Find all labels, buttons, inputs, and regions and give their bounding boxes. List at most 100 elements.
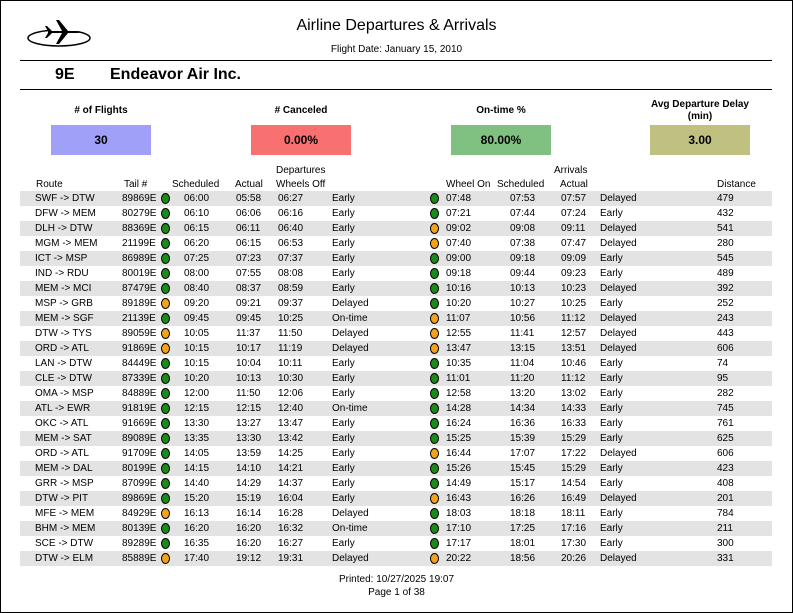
arr-status-cell: Early (600, 358, 623, 369)
wheels-off-cell: 16:32 (278, 523, 304, 534)
tail-cell: 21139E (122, 313, 156, 324)
arr-status-cell: Early (600, 403, 623, 414)
route-cell: MGM -> MEM (35, 238, 98, 249)
distance-cell: 280 (717, 238, 734, 249)
departure-status-dot (161, 463, 170, 474)
wheels-on-cell: 17:10 (446, 523, 472, 534)
table-row: IND -> RDU 80019E 08:00 07:55 08:08 Early 09:1… (20, 266, 772, 281)
wheels-on-cell: 07:48 (446, 193, 472, 204)
arr-actual-cell: 17:16 (561, 523, 587, 534)
wheels-on-cell: 14:28 (446, 403, 472, 414)
tail-cell: 80139E (122, 523, 157, 534)
arrivals-group-header: Arrivals (554, 165, 588, 176)
table-row: MEM -> SGF 21139E 09:45 09:45 10:25 On-time 11… (20, 311, 772, 326)
dep-status-cell: Delayed (332, 298, 369, 309)
arrival-status-dot (430, 433, 439, 444)
tail-cell: 88369E (122, 223, 157, 234)
arr-status-cell: Delayed (600, 313, 637, 324)
distance-cell: 745 (717, 403, 734, 414)
arr-status-cell: Early (600, 523, 623, 534)
wheels-on-cell: 09:00 (446, 253, 472, 264)
arr-scheduled-cell: 15:17 (510, 478, 536, 489)
arrival-status-dot (430, 403, 439, 414)
arrival-status-dot (430, 553, 439, 564)
arr-scheduled-cell: 07:38 (510, 238, 536, 249)
distance-cell: 541 (717, 223, 734, 234)
wheels-off-cell: 08:08 (278, 268, 304, 279)
stat-label: On-time % (476, 105, 526, 116)
arr-scheduled-cell: 18:01 (510, 538, 536, 549)
wheels-off-cell: 16:28 (278, 508, 304, 519)
wheels-off-cell: 11:19 (278, 343, 303, 354)
route-cell: SCE -> DTW (35, 538, 94, 549)
arr-scheduled-cell: 11:04 (510, 358, 535, 369)
col-tail-header: Tail # (124, 179, 148, 190)
tail-cell: 91819E (122, 403, 157, 414)
arr-scheduled-cell: 10:27 (510, 298, 536, 309)
arr-status-cell: Delayed (600, 553, 637, 564)
table-row: MEM -> DAL 80199E 14:15 14:10 14:21 Early 15:2… (20, 461, 772, 476)
arrival-status-dot (430, 238, 439, 249)
route-cell: LAN -> DTW (35, 358, 92, 369)
arr-status-cell: Delayed (600, 223, 637, 234)
dep-status-cell: Early (332, 253, 355, 264)
wheels-on-cell: 07:21 (446, 208, 472, 219)
route-cell: GRR -> MSP (35, 478, 94, 489)
route-cell: OKC -> ATL (35, 418, 89, 429)
wheels-on-cell: 09:02 (446, 223, 472, 234)
tail-cell: 80019E (122, 268, 157, 279)
distance-cell: 784 (717, 508, 734, 519)
wheels-on-cell: 07:40 (446, 238, 472, 249)
table-row: MGM -> MEM 21199E 06:20 06:15 06:53 Early 07:4… (20, 236, 772, 251)
wheels-off-cell: 14:21 (278, 463, 304, 474)
wheels-off-cell: 13:42 (278, 433, 304, 444)
route-cell: DTW -> ELM (35, 553, 94, 564)
route-cell: MEM -> SAT (35, 433, 92, 444)
arr-scheduled-cell: 10:56 (510, 313, 536, 324)
dep-status-cell: Early (332, 478, 355, 489)
flight-date: Flight Date: January 15, 2010 (330, 44, 463, 55)
dep-status-cell: Early (332, 223, 355, 234)
arr-scheduled-cell: 14:34 (510, 403, 536, 414)
col-wheels-on-header: Wheel On (446, 179, 491, 190)
arr-scheduled-cell: 07:53 (510, 193, 536, 204)
arr-status-cell: Delayed (600, 283, 637, 294)
table-row: BHM -> MEM 80139E 16:20 16:20 16:32 On-time 17… (20, 521, 772, 536)
tail-cell: 87339E (122, 373, 157, 384)
printed-timestamp: Printed: 10/27/2025 19:07 (338, 574, 455, 585)
col-arr-actual-header: Actual (560, 179, 588, 190)
departure-status-dot (161, 493, 170, 504)
departure-status-dot (161, 268, 170, 279)
route-cell: ATL -> EWR (35, 403, 91, 414)
arrival-status-dot (430, 193, 439, 204)
arr-status-cell: Delayed (600, 238, 637, 249)
dep-actual-cell: 10:17 (236, 343, 262, 354)
arr-scheduled-cell: 11:41 (510, 328, 535, 339)
arr-actual-cell: 10:46 (561, 358, 587, 369)
dep-actual-cell: 08:37 (236, 283, 262, 294)
arrival-status-dot (430, 523, 439, 534)
report-title: Airline Departures & Arrivals (296, 17, 497, 34)
wheels-off-cell: 06:16 (278, 208, 304, 219)
dep-actual-cell: 16:20 (236, 523, 262, 534)
distance-cell: 489 (717, 268, 734, 279)
dep-scheduled-cell: 16:35 (184, 538, 210, 549)
arr-actual-cell: 15:29 (561, 433, 587, 444)
carrier-divider (20, 89, 772, 90)
wheels-on-cell: 18:03 (446, 508, 472, 519)
table-row: CLE -> DTW 87339E 10:20 10:13 10:30 Early 11:0… (20, 371, 772, 386)
dep-status-cell: Early (332, 388, 355, 399)
arrival-status-dot (430, 298, 439, 309)
wheels-on-cell: 16:24 (446, 418, 472, 429)
table-row: GRR -> MSP 87099E 14:40 14:29 14:37 Early 14:4… (20, 476, 772, 491)
arrival-status-dot (430, 208, 439, 219)
dep-actual-cell: 19:12 (236, 553, 262, 564)
wheels-on-cell: 11:07 (446, 313, 471, 324)
table-row: MEM -> SAT 89089E 13:35 13:30 13:42 Early 15:2… (20, 431, 772, 446)
table-row: SWF -> DTW 89869E 06:00 05:58 06:27 Early 07:4… (20, 191, 772, 206)
wheels-on-cell: 20:22 (446, 553, 472, 564)
distance-cell: 95 (717, 373, 729, 384)
distance-cell: 300 (717, 538, 734, 549)
arr-status-cell: Delayed (600, 448, 637, 459)
distance-cell: 201 (717, 493, 734, 504)
